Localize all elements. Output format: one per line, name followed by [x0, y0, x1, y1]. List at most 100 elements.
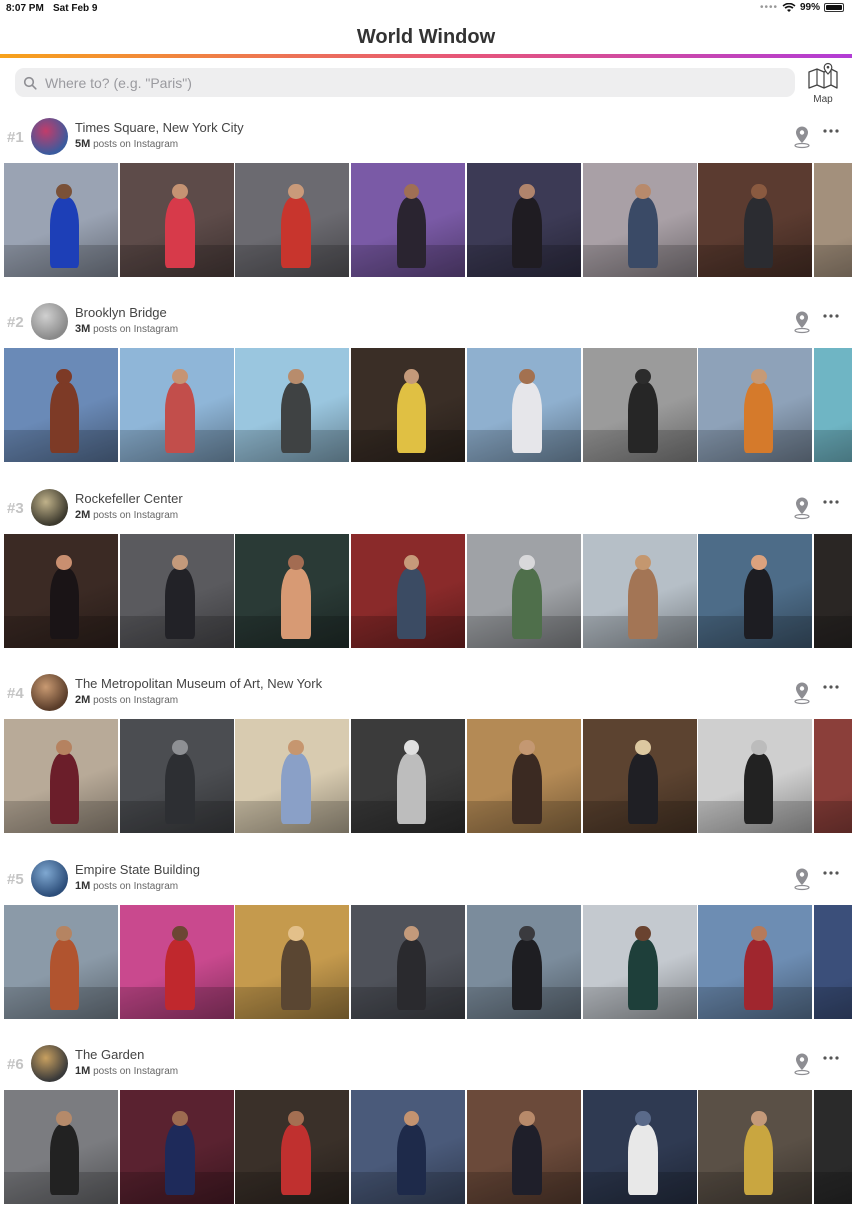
photo-row[interactable]	[4, 348, 852, 462]
photo-thumbnail[interactable]	[119, 1090, 234, 1204]
rank-label: #3	[7, 500, 24, 517]
photo-thumbnail[interactable]	[582, 534, 697, 648]
photo-thumbnail[interactable]	[698, 348, 813, 462]
photo-thumbnail[interactable]	[813, 719, 852, 833]
location-pin-button[interactable]	[793, 310, 811, 334]
photo-thumbnail[interactable]	[119, 348, 234, 462]
location-avatar[interactable]	[31, 489, 68, 526]
photo-thumbnail[interactable]	[582, 905, 697, 1019]
photo-subject-head	[634, 183, 651, 200]
search-bar[interactable]	[15, 68, 795, 97]
photo-thumbnail[interactable]	[4, 348, 118, 462]
photo-thumbnail[interactable]	[4, 163, 118, 277]
location-name[interactable]: Rockefeller Center	[75, 491, 183, 506]
photo-thumbnail[interactable]	[698, 534, 813, 648]
search-input[interactable]	[43, 73, 795, 92]
more-options-button[interactable]	[820, 1050, 842, 1066]
photo-thumbnail[interactable]	[582, 163, 697, 277]
location-avatar[interactable]	[31, 1045, 68, 1082]
photo-thumbnail[interactable]	[235, 1090, 350, 1204]
photo-subject	[49, 568, 80, 639]
map-pin-icon	[794, 497, 810, 520]
photo-subject	[165, 939, 195, 1010]
photo-thumbnail[interactable]	[466, 719, 581, 833]
photo-thumbnail[interactable]	[235, 163, 350, 277]
photo-thumbnail[interactable]	[698, 905, 813, 1019]
photo-thumbnail[interactable]	[235, 905, 350, 1019]
photo-thumbnail[interactable]	[351, 1090, 466, 1204]
photo-subject-head	[750, 368, 767, 385]
more-options-button[interactable]	[820, 865, 842, 881]
photo-thumbnail[interactable]	[351, 348, 466, 462]
more-options-button[interactable]	[820, 494, 842, 510]
photo-thumbnail[interactable]	[698, 719, 813, 833]
photo-thumbnail[interactable]	[235, 348, 350, 462]
location-pin-button[interactable]	[793, 867, 811, 891]
location-avatar[interactable]	[31, 674, 68, 711]
photo-row[interactable]	[4, 163, 852, 277]
photo-subject	[280, 568, 311, 639]
photo-thumbnail[interactable]	[582, 1090, 697, 1204]
location-avatar[interactable]	[31, 860, 68, 897]
photo-thumbnail[interactable]	[813, 905, 852, 1019]
location-pin-button[interactable]	[793, 681, 811, 705]
photo-thumbnail[interactable]	[351, 719, 466, 833]
location-section: #6 The Garden 1M posts on Instagram	[0, 1042, 852, 1227]
photo-thumbnail[interactable]	[351, 534, 466, 648]
photo-subject	[49, 382, 80, 453]
location-pin-button[interactable]	[793, 125, 811, 149]
photo-thumbnail[interactable]	[119, 534, 234, 648]
photo-thumbnail[interactable]	[813, 1090, 852, 1204]
photo-thumbnail[interactable]	[351, 905, 466, 1019]
ellipsis-icon	[823, 1056, 839, 1060]
photo-thumbnail[interactable]	[466, 163, 581, 277]
ellipsis-icon	[823, 500, 839, 504]
photo-thumbnail[interactable]	[813, 534, 852, 648]
location-name[interactable]: Empire State Building	[75, 862, 200, 877]
post-count-suffix: posts on Instagram	[93, 1066, 179, 1077]
location-avatar[interactable]	[31, 118, 68, 155]
photo-thumbnail[interactable]	[466, 348, 581, 462]
location-pin-button[interactable]	[793, 1052, 811, 1076]
photo-thumbnail[interactable]	[119, 719, 234, 833]
location-name[interactable]: Times Square, New York City	[75, 120, 244, 135]
more-options-button[interactable]	[820, 679, 842, 695]
location-name[interactable]: The Garden	[75, 1047, 144, 1062]
location-name[interactable]: The Metropolitan Museum of Art, New York	[75, 676, 322, 691]
photo-thumbnail[interactable]	[698, 1090, 813, 1204]
more-options-button[interactable]	[820, 123, 842, 139]
location-section: #1 Times Square, New York City 5M posts …	[0, 115, 852, 300]
photo-thumbnail[interactable]	[119, 905, 234, 1019]
location-avatar[interactable]	[31, 303, 68, 340]
photo-thumbnail[interactable]	[119, 163, 234, 277]
photo-row[interactable]	[4, 719, 852, 833]
photo-ground	[813, 987, 852, 1019]
photo-subject	[280, 939, 311, 1010]
photo-thumbnail[interactable]	[582, 719, 697, 833]
photo-thumbnail[interactable]	[813, 163, 852, 277]
location-pin-button[interactable]	[793, 496, 811, 520]
photo-thumbnail[interactable]	[4, 719, 118, 833]
photo-thumbnail[interactable]	[4, 534, 118, 648]
photo-row[interactable]	[4, 905, 852, 1019]
photo-thumbnail[interactable]	[466, 534, 581, 648]
photo-thumbnail[interactable]	[582, 348, 697, 462]
photo-thumbnail[interactable]	[466, 905, 581, 1019]
photo-thumbnail[interactable]	[351, 163, 466, 277]
photo-thumbnail[interactable]	[4, 905, 118, 1019]
map-button[interactable]: Map	[806, 62, 840, 105]
map-pin-icon	[794, 1053, 810, 1076]
photo-ground	[813, 245, 852, 277]
photo-thumbnail[interactable]	[698, 163, 813, 277]
photo-thumbnail[interactable]	[235, 534, 350, 648]
location-name[interactable]: Brooklyn Bridge	[75, 305, 167, 320]
photo-thumbnail[interactable]	[4, 1090, 118, 1204]
photo-thumbnail[interactable]	[813, 348, 852, 462]
photo-thumbnail[interactable]	[466, 1090, 581, 1204]
photo-thumbnail[interactable]	[235, 719, 350, 833]
photo-subject	[628, 197, 658, 268]
photo-row[interactable]	[4, 534, 852, 648]
photo-row[interactable]	[4, 1090, 852, 1204]
app-title: World Window	[356, 26, 496, 48]
more-options-button[interactable]	[820, 308, 842, 324]
